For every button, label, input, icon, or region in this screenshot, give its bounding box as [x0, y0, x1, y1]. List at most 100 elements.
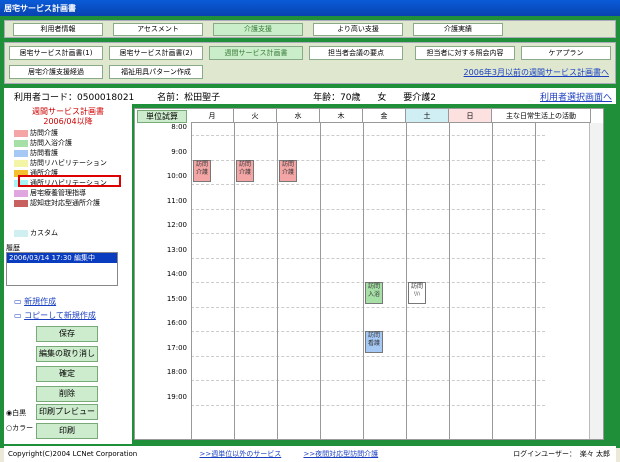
- status-bar: Copyright(C)2004 LCNet Corporation >>週単位…: [4, 446, 616, 462]
- day-header: 木: [320, 109, 363, 123]
- tab-inquiry[interactable]: 担当者に対する照会内容: [415, 46, 515, 60]
- legend-swatch: [14, 159, 28, 167]
- doc-icon: ▭: [14, 297, 22, 306]
- weekly-calendar: 単位試算 月火水木金土日主な日常生活上の活動 8:00 9:00 10:00 11:0…: [134, 108, 604, 440]
- tab-weekly-plan[interactable]: 週間サービス計画書: [209, 46, 303, 60]
- main-tabs: 利用者情報 アセスメント 介護支援 より高い支援 介護実績: [4, 20, 616, 38]
- new-create-link[interactable]: ▭ 新規作成: [14, 296, 56, 307]
- plan-subtitle: 2006/04以降: [43, 117, 93, 126]
- tab-support-progress[interactable]: 居宅介護支援経過: [9, 65, 103, 79]
- login-user: 楽々 太郎: [579, 450, 610, 458]
- legend-swatch: [14, 149, 28, 157]
- event-service: 看護: [367, 340, 380, 348]
- app-frame: 利用者情報 アセスメント 介護支援 より高い支援 介護実績 居宅サービス計画書(…: [0, 16, 620, 462]
- daily-life-header: 主な日常生活上の活動: [492, 109, 591, 123]
- column-line: [492, 123, 493, 439]
- other-service-link[interactable]: >>週単位以外のサービス: [199, 450, 281, 458]
- user-age-label: 年齢：: [313, 93, 341, 103]
- confirm-button[interactable]: 確定: [36, 366, 98, 382]
- event-service: 入浴: [367, 291, 380, 299]
- service-event[interactable]: 訪問 看護: [365, 331, 383, 354]
- tab-careplan[interactable]: ケアプラン: [521, 46, 611, 60]
- legend-custom[interactable]: カスタム: [14, 228, 58, 237]
- user-name: 松田聖子: [184, 93, 221, 103]
- legend-label: 居宅療養管理指導: [30, 189, 86, 197]
- tab-meeting-points[interactable]: 担当者会議の要点: [309, 46, 403, 60]
- window-title: 居宅サービス計画書: [0, 0, 620, 16]
- service-event[interactable]: 訪問 介護: [193, 159, 211, 182]
- login-label: ログインユーザー：: [513, 450, 576, 458]
- service-event[interactable]: 訪問 介護: [279, 159, 297, 182]
- old-plan-link[interactable]: 2006年3月以前の週間サービス計画書へ: [464, 67, 609, 78]
- sub-tabs: 居宅サービス計画書(1) 居宅サービス計画書(2) 週間サービス計画書 担当者会…: [4, 42, 616, 84]
- legend-item[interactable]: 認知症対応型通所介護: [14, 198, 100, 207]
- time-label: 11:00: [166, 196, 187, 205]
- tab-welfare-pattern[interactable]: 福祉用具パターン作成: [109, 65, 203, 79]
- left-panel: 週間サービス計画書 2006/04以降 訪問介護 訪問入浴介護 訪問看護 訪問リハビリ…: [4, 104, 132, 444]
- legend-label: 訪問看護: [30, 149, 58, 157]
- service-event[interactable]: 訪問 介護: [236, 159, 254, 182]
- column-line: [406, 123, 407, 439]
- legend-item[interactable]: 訪問入浴介護: [14, 138, 72, 147]
- tab-higher-support[interactable]: より高い支援: [313, 23, 403, 36]
- event-type: 訪問: [410, 283, 423, 291]
- new-create-label: 新規作成: [24, 297, 57, 306]
- history-item[interactable]: 2006/03/14 17:30 編集中: [7, 253, 117, 263]
- user-care-level: 要介護2: [403, 93, 437, 103]
- radio-bw[interactable]: ◉白黒: [6, 408, 26, 418]
- time-label: 17:00: [166, 343, 187, 352]
- legend-item[interactable]: 訪問看護: [14, 148, 58, 157]
- time-label: 9:00: [171, 147, 187, 156]
- custom-label: カスタム: [30, 229, 58, 237]
- service-event[interactable]: 訪問 入浴: [365, 282, 383, 305]
- event-service: 介護: [281, 168, 294, 176]
- history-list[interactable]: 2006/03/14 17:30 編集中: [6, 252, 118, 286]
- radio-color-label: カラー: [12, 424, 34, 432]
- time-label: 15:00: [166, 294, 187, 303]
- legend-swatch: [14, 199, 28, 207]
- column-line: [363, 123, 364, 439]
- user-select-link[interactable]: 利用者選択画面へ: [540, 90, 612, 103]
- legend-swatch: [14, 189, 28, 197]
- event-type: 訪問: [238, 160, 251, 168]
- tab-user-info[interactable]: 利用者情報: [13, 23, 103, 36]
- day-header: 金: [363, 109, 406, 123]
- legend-label: 訪問入浴介護: [30, 139, 72, 147]
- highlight-box: [18, 175, 121, 187]
- copy-new-label: コピーして新規作成: [24, 311, 96, 320]
- vertical-scrollbar[interactable]: [589, 123, 603, 439]
- event-type: 訪問: [195, 160, 208, 168]
- night-service-link[interactable]: >>夜間対応型訪問介護: [303, 450, 378, 458]
- tab-assessment[interactable]: アセスメント: [113, 23, 203, 36]
- column-line: [277, 123, 278, 439]
- user-sex: 女: [377, 93, 387, 103]
- time-label: 16:00: [166, 319, 187, 327]
- time-label: 19:00: [166, 392, 187, 401]
- unit-calc-button[interactable]: 単位試算: [137, 110, 187, 123]
- legend-item[interactable]: 訪問介護: [14, 128, 58, 137]
- user-bar: 利用者コード：0500018021 名前：松田聖子 年齢：70歳 女 要介護2 …: [4, 88, 616, 104]
- delete-button[interactable]: 削除: [36, 386, 98, 402]
- cancel-edit-button[interactable]: 編集の取り消し: [36, 346, 98, 362]
- service-event[interactable]: 訪問 ﾘﾊ: [408, 282, 426, 305]
- print-preview-button[interactable]: 印刷プレビュー: [36, 404, 98, 420]
- column-line: [234, 123, 235, 439]
- tab-plan-1[interactable]: 居宅サービス計画書(1): [9, 46, 103, 60]
- copyright-text: Copyright(C)2004 LCNet Corporation: [8, 450, 138, 458]
- legend-item[interactable]: 居宅療養管理指導: [14, 188, 86, 197]
- save-button[interactable]: 保存: [36, 326, 98, 342]
- time-label: 18:00: [166, 368, 187, 376]
- legend-item[interactable]: 訪問リハビリテーション: [14, 158, 107, 167]
- tab-care-support[interactable]: 介護支援: [213, 23, 303, 36]
- event-service: 介護: [238, 168, 251, 176]
- event-service: 介護: [195, 168, 208, 176]
- tab-care-record[interactable]: 介護実績: [413, 23, 503, 36]
- copy-new-link[interactable]: ▭ コピーして新規作成: [14, 310, 96, 321]
- tab-plan-2[interactable]: 居宅サービス計画書(2): [109, 46, 203, 60]
- print-button[interactable]: 印刷: [36, 423, 98, 439]
- time-label: 13:00: [166, 245, 187, 254]
- radio-color[interactable]: ○カラー: [6, 423, 33, 433]
- user-code: 0500018021: [77, 93, 135, 103]
- time-label: 12:00: [166, 221, 187, 229]
- column-line: [449, 123, 450, 439]
